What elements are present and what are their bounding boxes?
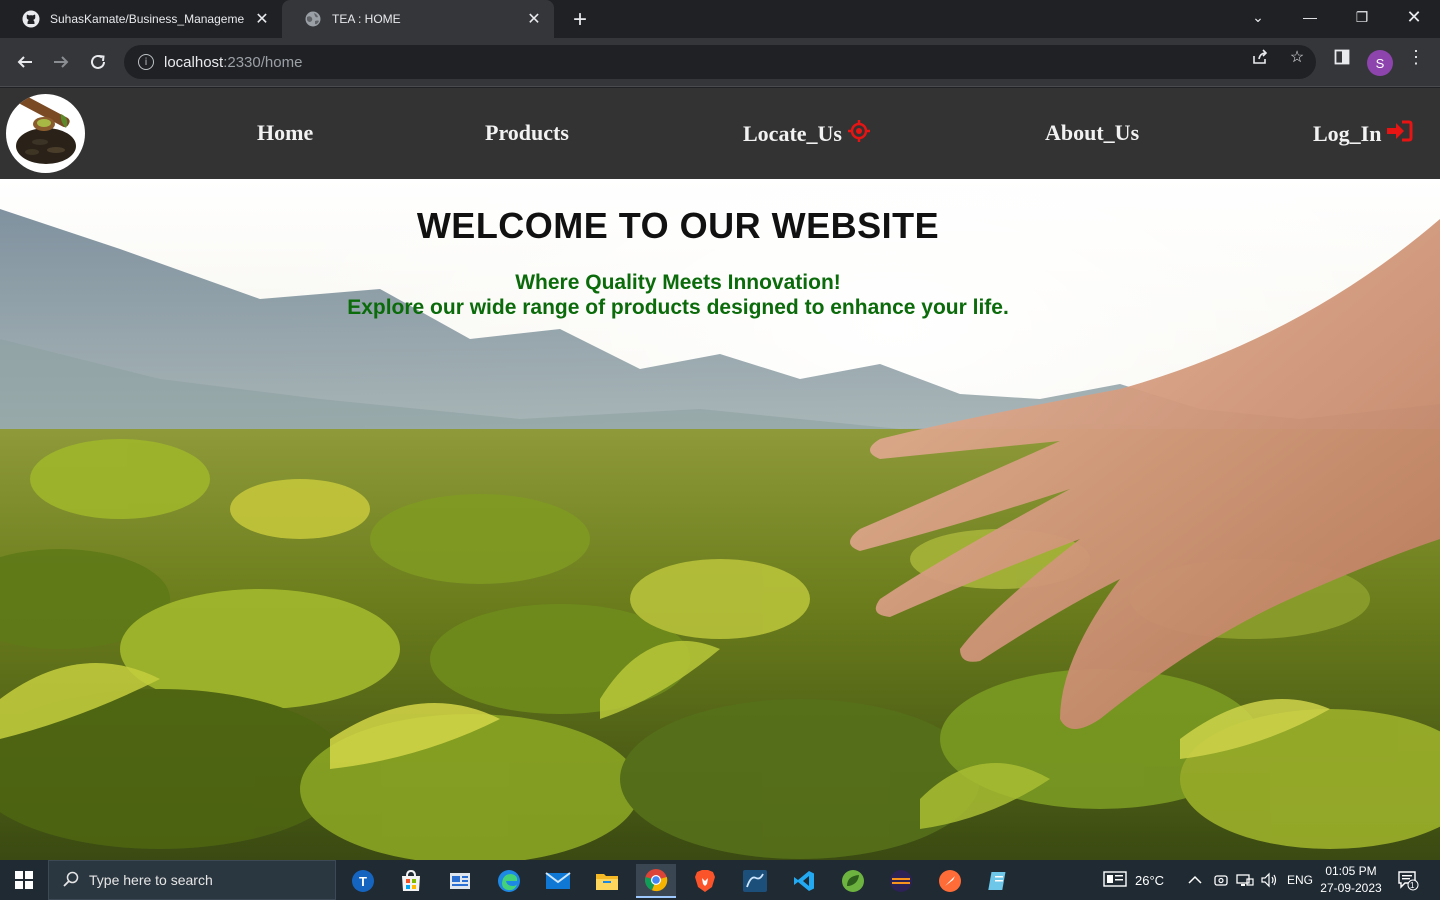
network-icon[interactable] xyxy=(1236,860,1254,900)
nav-login-label: Log_In xyxy=(1313,121,1382,146)
url-host: localhost xyxy=(164,53,224,71)
store-icon[interactable] xyxy=(391,864,431,898)
notepad-icon[interactable] xyxy=(979,864,1019,898)
nav-locate-label: Locate_Us xyxy=(743,121,842,146)
eclipse-icon[interactable] xyxy=(881,864,921,898)
site-navbar: Home Products Locate_Us About_Us Log_In xyxy=(0,88,1440,179)
browser-toolbar: i localhost:2330/home ☆ S ⋮ xyxy=(0,38,1440,87)
notification-count: 1 xyxy=(1410,881,1415,890)
taskbar-clock[interactable]: 01:05 PM 27-09-2023 xyxy=(1316,863,1386,897)
hero-section: WELCOME TO OUR WEBSITE Where Quality Mee… xyxy=(0,179,1440,860)
windows-start-icon[interactable] xyxy=(0,860,48,900)
crosshair-icon xyxy=(847,120,870,148)
nav-about-label: About_Us xyxy=(1045,120,1140,145)
notifications-icon[interactable]: 1 xyxy=(1397,860,1419,900)
hero-subtitle: Where Quality Meets Innovation! Explore … xyxy=(0,270,1356,320)
t-app-icon[interactable]: T xyxy=(343,864,383,898)
nav-products-label: Products xyxy=(485,120,569,145)
file-explorer-icon[interactable] xyxy=(587,864,627,898)
tab-title: SuhasKamate/Business_Manageme xyxy=(50,12,245,26)
globe-icon xyxy=(304,10,322,28)
edge-icon[interactable] xyxy=(489,864,529,898)
brave-icon[interactable] xyxy=(685,864,725,898)
nav-about-link[interactable]: About_Us xyxy=(1045,120,1139,146)
hero-title: WELCOME TO OUR WEBSITE xyxy=(416,205,940,246)
clock-time: 01:05 PM xyxy=(1325,864,1377,878)
chrome-icon[interactable] xyxy=(636,864,676,898)
close-icon[interactable]: ✕ xyxy=(252,9,272,29)
svg-text:T: T xyxy=(359,874,367,889)
volume-icon[interactable] xyxy=(1260,860,1278,900)
search-icon xyxy=(63,871,79,890)
meet-now-icon[interactable] xyxy=(1213,860,1229,900)
clock-date: 27-09-2023 xyxy=(1320,881,1382,895)
weather-widget[interactable]: 26°C xyxy=(1103,860,1164,900)
side-panel-icon[interactable] xyxy=(1330,45,1354,69)
address-bar[interactable]: i localhost:2330/home xyxy=(124,45,1316,79)
tab-title: TEA : HOME xyxy=(332,12,401,26)
minimize-icon[interactable]: — xyxy=(1286,0,1334,34)
nav-login-link[interactable]: Log_In xyxy=(1313,120,1413,148)
close-window-icon[interactable]: ✕ xyxy=(1390,0,1438,34)
tab-search-chevron-icon[interactable]: ⌄ xyxy=(1234,0,1282,34)
forward-arrow-icon[interactable] xyxy=(47,48,75,76)
nav-home-link[interactable]: Home xyxy=(257,120,313,146)
weather-icon xyxy=(1103,870,1127,890)
postman-icon[interactable] xyxy=(930,864,970,898)
mysql-workbench-icon[interactable] xyxy=(735,864,775,898)
reload-icon[interactable] xyxy=(84,48,112,76)
share-icon[interactable] xyxy=(1248,45,1272,69)
menu-kebab-icon[interactable]: ⋮ xyxy=(1404,45,1428,69)
vscode-icon[interactable] xyxy=(784,864,824,898)
sign-in-icon xyxy=(1387,120,1413,148)
browser-tabstrip: SuhasKamate/Business_Manageme ✕ TEA : HO… xyxy=(0,0,1440,38)
tab-github[interactable]: SuhasKamate/Business_Manageme ✕ xyxy=(0,0,282,38)
nav-home-label: Home xyxy=(257,120,314,145)
weather-temp: 26°C xyxy=(1135,872,1165,888)
tray-chevron-icon[interactable] xyxy=(1188,860,1202,900)
taskbar-search-input[interactable]: Type here to search xyxy=(48,860,336,900)
hero-description: Explore our wide range of products desig… xyxy=(347,296,1009,319)
search-placeholder: Type here to search xyxy=(89,872,213,888)
hero-tagline: Where Quality Meets Innovation! xyxy=(515,271,841,294)
url-path: :2330/home xyxy=(223,53,303,71)
tea-logo[interactable] xyxy=(6,94,85,173)
github-icon xyxy=(22,10,40,28)
back-arrow-icon[interactable] xyxy=(11,48,39,76)
mail-icon[interactable] xyxy=(538,864,578,898)
profile-avatar[interactable]: S xyxy=(1367,50,1393,76)
new-tab-button[interactable]: + xyxy=(566,6,594,34)
language-indicator[interactable]: ENG xyxy=(1287,860,1313,900)
nav-locate-link[interactable]: Locate_Us xyxy=(743,120,870,148)
news-icon[interactable] xyxy=(440,864,480,898)
site-info-icon[interactable]: i xyxy=(138,54,154,70)
spring-tool-suite-icon[interactable] xyxy=(833,864,873,898)
restore-icon[interactable]: ❐ xyxy=(1338,0,1386,34)
bookmark-star-icon[interactable]: ☆ xyxy=(1285,45,1309,69)
windows-taskbar: Type here to search T 26°C ENG 01:05 PM … xyxy=(0,860,1440,900)
close-icon[interactable]: ✕ xyxy=(524,9,544,29)
nav-products-link[interactable]: Products xyxy=(485,120,569,146)
tab-tea-home[interactable]: TEA : HOME ✕ xyxy=(282,0,554,38)
